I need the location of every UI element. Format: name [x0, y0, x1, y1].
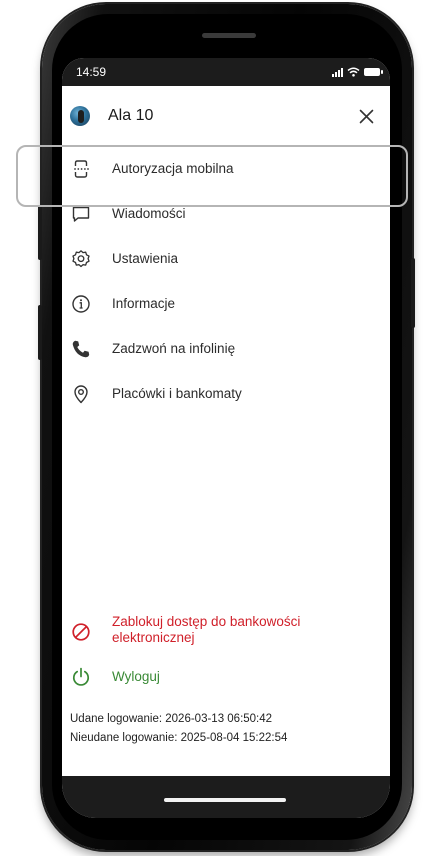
drawer-header: Ala 10 — [62, 86, 390, 146]
speaker-grille — [202, 33, 256, 38]
block-access-label: Zablokuj dostęp do bankowości elektronic… — [112, 614, 301, 645]
login-info: Udane logowanie: 2026-03-13 06:50:42 Nie… — [62, 710, 390, 748]
close-icon — [359, 109, 373, 123]
power-side-button — [411, 258, 415, 328]
status-icons — [332, 67, 383, 77]
menu-item-settings[interactable]: Ustawienia — [62, 236, 390, 281]
last-failed-login: Nieudane logowanie: 2025-08-04 15:22:54 — [70, 732, 288, 744]
message-icon — [70, 203, 92, 225]
status-bar: 14:59 — [62, 58, 390, 86]
logout-button[interactable]: Wyloguj — [62, 666, 390, 688]
volume-button — [38, 205, 42, 260]
location-pin-icon — [70, 383, 92, 405]
menu-item-messages[interactable]: Wiadomości — [62, 191, 390, 236]
menu-item-information[interactable]: Informacje — [62, 281, 390, 326]
home-indicator[interactable] — [164, 798, 286, 802]
block-icon — [70, 621, 92, 643]
wifi-icon — [347, 67, 360, 77]
menu-item-label: Placówki i bankomaty — [112, 386, 242, 401]
mobile-authorization-icon — [70, 158, 92, 180]
menu-item-mobile-authorization[interactable]: Autoryzacja mobilna — [62, 146, 390, 191]
signal-icon — [332, 67, 343, 77]
stage: 14:59 Ala 10 Autoryzacja mobilna Wiadomo… — [0, 0, 426, 856]
drawer-footer: Zablokuj dostęp do bankowości elektronic… — [62, 614, 390, 748]
battery-icon — [364, 68, 383, 76]
menu-item-label: Autoryzacja mobilna — [112, 161, 234, 176]
close-button[interactable] — [354, 104, 378, 128]
phone-icon — [70, 338, 92, 360]
status-time: 14:59 — [76, 65, 107, 79]
info-icon — [70, 293, 92, 315]
menu-item-label: Wiadomości — [112, 206, 186, 221]
menu-item-label: Informacje — [112, 296, 176, 311]
menu-item-label: Zadzwoń na infolinię — [112, 341, 236, 356]
logout-label: Wyloguj — [112, 669, 160, 684]
block-access-button[interactable]: Zablokuj dostęp do bankowości elektronic… — [62, 614, 390, 646]
power-icon — [70, 666, 92, 688]
avatar — [70, 106, 90, 126]
menu-item-label: Ustawienia — [112, 251, 179, 266]
user-name: Ala 10 — [108, 107, 154, 124]
menu-item-call-hotline[interactable]: Zadzwoń na infolinię — [62, 326, 390, 371]
menu-item-branches-atms[interactable]: Placówki i bankomaty — [62, 371, 390, 416]
last-successful-login: Udane logowanie: 2026-03-13 06:50:42 — [70, 713, 273, 725]
menu-list: Autoryzacja mobilna Wiadomości Ustawieni… — [62, 146, 390, 416]
volume-button — [38, 305, 42, 360]
gear-icon — [70, 248, 92, 270]
app-screen: 14:59 Ala 10 Autoryzacja mobilna Wiadomo… — [62, 58, 390, 818]
system-nav-bar — [62, 776, 390, 818]
